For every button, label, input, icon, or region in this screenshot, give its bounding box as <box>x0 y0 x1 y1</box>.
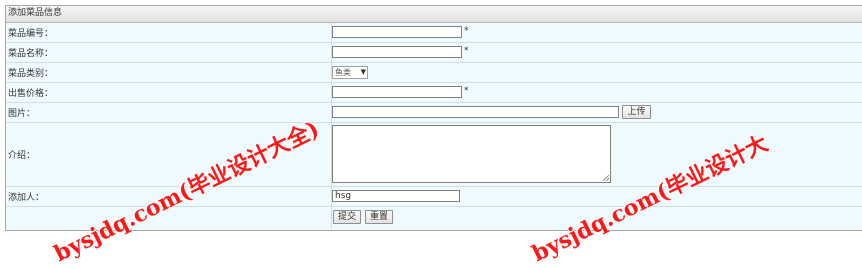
upload-button[interactable]: 上传 <box>622 105 651 119</box>
row-added-by: 添加人： <box>6 187 862 207</box>
dish-category-selected: 鱼类 <box>335 68 351 77</box>
submit-button[interactable]: 提交 <box>333 210 361 224</box>
row-dish-category: 菜品类别： 鱼类 ▼ <box>6 63 862 83</box>
description-label: 介绍： <box>8 151 36 161</box>
required-mark: * <box>464 26 469 36</box>
dish-category-select[interactable]: 鱼类 ▼ <box>332 66 368 79</box>
row-actions: 提交 重置 <box>6 207 862 229</box>
form-title: 添加菜品信息 <box>6 6 862 23</box>
chevron-down-icon: ▼ <box>360 68 366 76</box>
sale-price-input[interactable] <box>332 86 462 98</box>
row-description: 介绍： <box>6 123 862 187</box>
added-by-input[interactable] <box>332 190 460 202</box>
row-dish-name: 菜品名称： * <box>6 43 862 63</box>
image-label: 图片： <box>8 109 36 119</box>
image-path-input[interactable] <box>332 106 619 118</box>
reset-button[interactable]: 重置 <box>365 210 393 224</box>
dish-category-label: 菜品类别： <box>8 69 54 79</box>
sale-price-label: 出售价格： <box>8 89 54 99</box>
dish-name-input[interactable] <box>332 46 462 58</box>
required-mark: * <box>464 46 469 56</box>
row-dish-id: 菜品编号： * <box>6 23 862 43</box>
description-textarea[interactable] <box>332 125 611 183</box>
dish-id-input[interactable] <box>332 26 462 38</box>
dish-id-label: 菜品编号： <box>8 29 54 39</box>
required-mark: * <box>464 86 469 96</box>
add-dish-form-panel: 添加菜品信息 菜品编号： * 菜品名称： * 菜品类别： 鱼类 ▼ 出售价格： … <box>5 5 862 231</box>
row-sale-price: 出售价格： * <box>6 83 862 103</box>
dish-name-label: 菜品名称： <box>8 49 54 59</box>
row-image: 图片： 上传 <box>6 103 862 123</box>
added-by-label: 添加人： <box>8 193 45 203</box>
resize-grip-icon[interactable] <box>603 175 609 181</box>
